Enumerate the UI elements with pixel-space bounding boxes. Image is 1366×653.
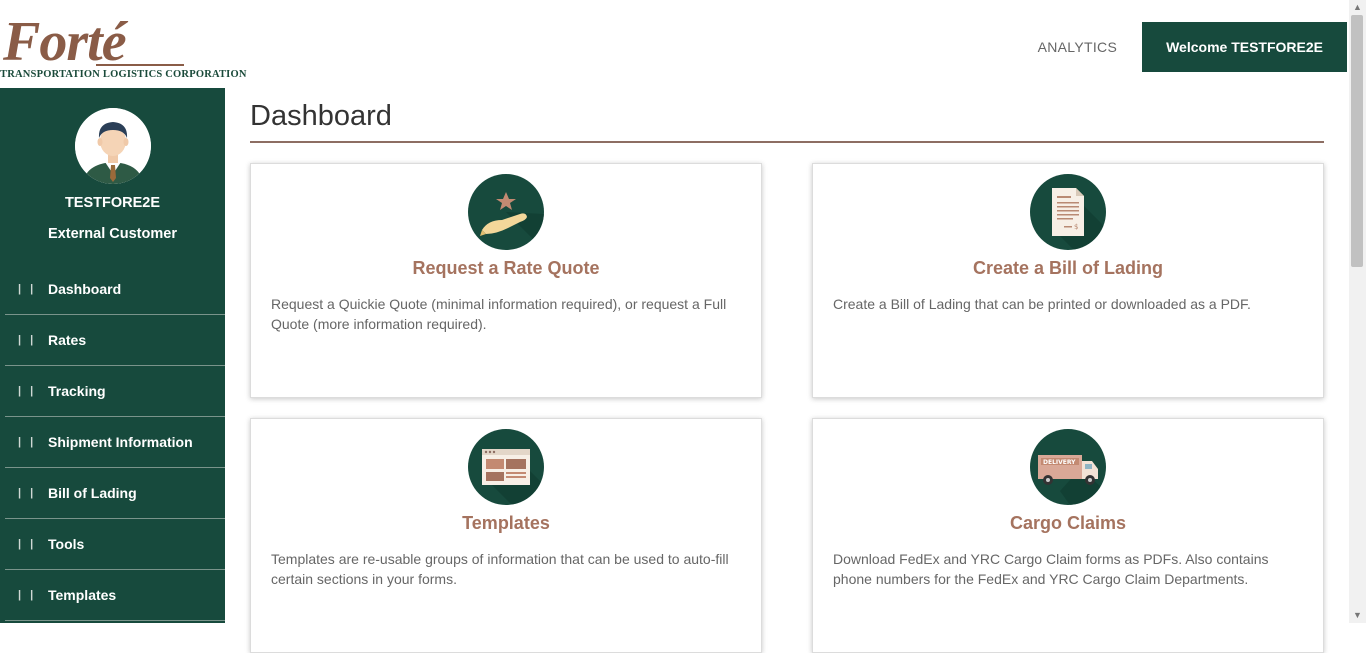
scroll-thumb[interactable]: [1351, 15, 1363, 267]
top-navigation: ANALYTICS Welcome TESTFORE2E: [988, 22, 1347, 72]
delivery-truck-icon: DELIVERY: [1030, 429, 1106, 505]
sidebar-item-label: Tracking: [48, 383, 106, 399]
sidebar-item-shipment-information[interactable]: | | Shipment Information: [5, 417, 225, 468]
sidebar-item-label: Bill of Lading: [48, 485, 137, 501]
forte-logo[interactable]: Forté TRANSPORTATION LOGISTICS CORPORATI…: [0, 10, 246, 86]
bill-of-lading-document-icon: $: [1030, 174, 1106, 250]
user-role: External Customer: [48, 226, 177, 242]
hand-star-icon: [468, 174, 544, 250]
welcome-user-menu[interactable]: Welcome TESTFORE2E: [1142, 22, 1347, 72]
title-divider: [250, 141, 1324, 143]
sidebar-item-bill-of-lading[interactable]: | | Bill of Lading: [5, 468, 225, 519]
sidebar-item-tracking[interactable]: | | Tracking: [5, 366, 225, 417]
page-scrollbar[interactable]: ▲ ▼: [1349, 0, 1366, 623]
card-title: Templates: [462, 513, 550, 533]
sidebar-item-label: Tools: [48, 536, 85, 552]
sidebar-menu: | | Dashboard | | Rates | | Tracking | |…: [5, 264, 225, 621]
welcome-label: Welcome TESTFORE2E: [1166, 39, 1323, 55]
sidebar: TESTFORE2E External Customer | | Dashboa…: [0, 88, 225, 623]
card-cargo-claims[interactable]: DELIVERY Cargo Claims Download FedEx and…: [812, 418, 1324, 653]
svg-text:DELIVERY: DELIVERY: [1043, 459, 1076, 466]
user-avatar: [75, 108, 151, 184]
menu-bars-icon: | |: [18, 589, 37, 601]
card-title: Request a Rate Quote: [412, 258, 600, 278]
menu-bars-icon: | |: [18, 283, 37, 295]
card-description: Request a Quickie Quote (minimal informa…: [271, 296, 727, 332]
sidebar-item-label: Dashboard: [48, 281, 122, 297]
card-description: Create a Bill of Lading that can be prin…: [833, 296, 1251, 312]
sidebar-item-tools[interactable]: | | Tools: [5, 519, 225, 570]
card-title: Cargo Claims: [1009, 513, 1127, 533]
sidebar-item-templates[interactable]: | | Templates: [5, 570, 225, 621]
sidebar-item-label: Shipment Information: [48, 434, 193, 450]
sidebar-item-rates[interactable]: | | Rates: [5, 315, 225, 366]
card-create-bill-of-lading[interactable]: $ Create a Bill of Lading Create a Bill …: [812, 163, 1324, 398]
card-description: Download FedEx and YRC Cargo Claim forms…: [833, 551, 1269, 587]
user-name: TESTFORE2E: [64, 195, 161, 211]
menu-bars-icon: | |: [18, 487, 37, 499]
menu-bars-icon: | |: [18, 538, 37, 550]
sidebar-item-label: Rates: [48, 332, 87, 348]
svg-text:$: $: [1074, 223, 1078, 231]
scroll-up-arrow-icon[interactable]: ▲: [1349, 0, 1366, 15]
sidebar-item-dashboard[interactable]: | | Dashboard: [5, 264, 225, 315]
card-request-rate-quote[interactable]: Request a Rate Quote Request a Quickie Q…: [250, 163, 762, 398]
card-title: Create a Bill of Lading: [972, 258, 1164, 278]
menu-bars-icon: | |: [18, 436, 37, 448]
logo-tagline: TRANSPORTATION LOGISTICS CORPORATION: [0, 69, 247, 80]
menu-bars-icon: | |: [18, 334, 37, 346]
card-description: Templates are re-usable groups of inform…: [271, 551, 729, 587]
template-layout-icon: [468, 429, 544, 505]
logo-underline: [96, 64, 184, 66]
nav-analytics-link[interactable]: ANALYTICS: [1038, 39, 1117, 55]
avatar-person-icon: [75, 108, 151, 184]
page-title: Dashboard: [250, 100, 392, 132]
card-templates[interactable]: Templates Templates are re-usable groups…: [250, 418, 762, 653]
scroll-down-arrow-icon[interactable]: ▼: [1349, 608, 1366, 623]
menu-bars-icon: | |: [18, 385, 37, 397]
sidebar-item-label: Templates: [48, 587, 117, 603]
